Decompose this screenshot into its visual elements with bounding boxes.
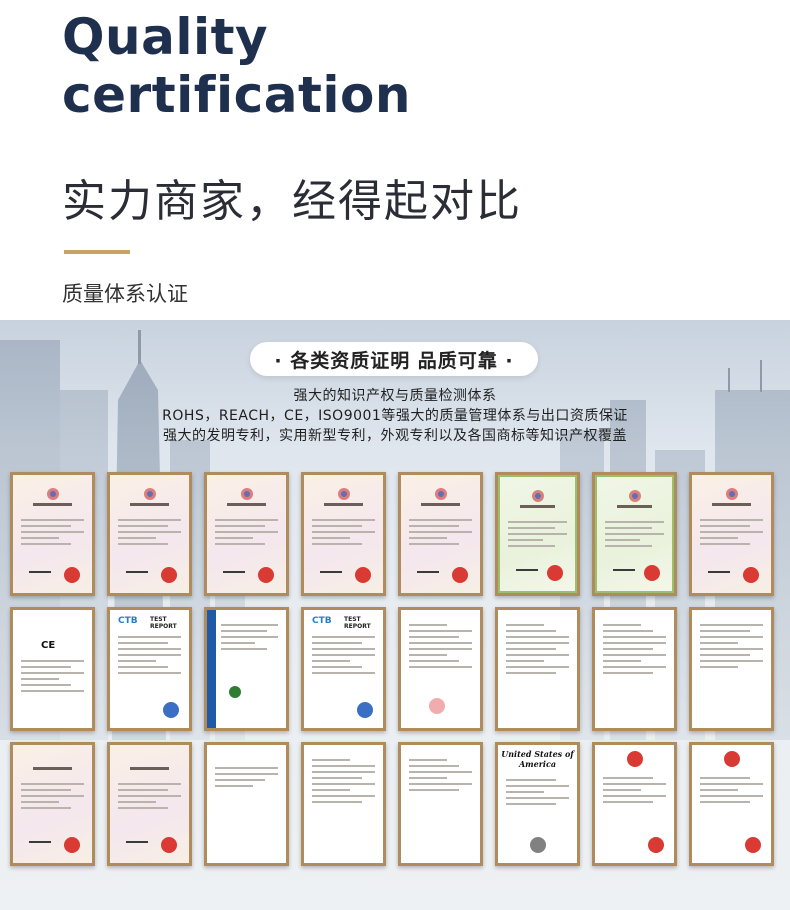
patent-certificate[interactable] bbox=[107, 742, 192, 866]
pink-seal-icon bbox=[429, 698, 445, 714]
registration-document[interactable] bbox=[204, 742, 289, 866]
red-seal-icon bbox=[64, 567, 80, 583]
signature-mark bbox=[516, 569, 538, 577]
signature-mark bbox=[29, 841, 51, 849]
red-seal-icon bbox=[355, 567, 371, 583]
patent-certificate[interactable] bbox=[10, 742, 95, 866]
red-seal-icon bbox=[547, 565, 563, 581]
gold-seal-icon bbox=[529, 837, 546, 853]
patent-emblem-icon bbox=[531, 489, 545, 503]
us-trademark-certificate[interactable]: United States of America bbox=[495, 742, 580, 866]
certificate-heading bbox=[33, 767, 72, 770]
red-seal-icon bbox=[452, 567, 468, 583]
red-seal-icon bbox=[743, 567, 759, 583]
hero-section: Quality certification 实力商家，经得起对比 质量体系认证 bbox=[0, 0, 790, 320]
utility-patent-certificate[interactable] bbox=[495, 472, 580, 596]
certificate-showcase: · 各类资质证明 品质可靠 · 强大的知识产权与质量检测体系 ROHS，REAC… bbox=[0, 320, 790, 910]
patent-certificate[interactable] bbox=[107, 472, 192, 596]
description-line-1: 强大的知识产权与质量检测体系 bbox=[293, 388, 497, 404]
patent-emblem-icon bbox=[434, 487, 448, 501]
signature-mark bbox=[417, 571, 439, 579]
signature-mark bbox=[320, 571, 342, 579]
trademark-document[interactable] bbox=[592, 607, 677, 731]
ctb-logo: CTB bbox=[312, 616, 332, 626]
national-emblem-icon bbox=[626, 751, 643, 767]
conformity-certificate[interactable] bbox=[204, 607, 289, 731]
banner-label: · 各类资质证明 品质可靠 · bbox=[274, 349, 514, 372]
red-seal-icon bbox=[64, 837, 80, 853]
signature-mark bbox=[708, 571, 730, 579]
patent-certificate[interactable] bbox=[689, 472, 774, 596]
certificate-heading bbox=[130, 503, 169, 506]
section-subtitle: 质量体系认证 bbox=[62, 282, 188, 306]
registration-document[interactable] bbox=[398, 742, 483, 866]
test-document[interactable] bbox=[398, 607, 483, 731]
signature-mark bbox=[613, 569, 635, 577]
national-emblem-icon bbox=[723, 751, 740, 767]
stamp-icon bbox=[163, 702, 179, 718]
red-seal-icon bbox=[745, 837, 761, 853]
description-block: 强大的知识产权与质量检测体系 ROHS，REACH，CE，ISO9001等强大的… bbox=[0, 386, 790, 446]
patent-certificate[interactable] bbox=[10, 472, 95, 596]
utility-patent-certificate[interactable] bbox=[592, 472, 677, 596]
patent-emblem-icon bbox=[725, 487, 739, 501]
test-report-title: TEST REPORT bbox=[344, 616, 371, 630]
slogan-heading: 实力商家，经得起对比 bbox=[62, 176, 522, 227]
red-seal-icon bbox=[161, 567, 177, 583]
patent-emblem-icon bbox=[143, 487, 157, 501]
trademark-certificate[interactable] bbox=[592, 742, 677, 866]
signature-mark bbox=[223, 571, 245, 579]
certificate-heading bbox=[520, 505, 555, 508]
test-report-title: TEST REPORT bbox=[150, 616, 177, 630]
red-seal-icon bbox=[644, 565, 660, 581]
patent-certificate[interactable] bbox=[301, 472, 386, 596]
certificate-heading bbox=[617, 505, 652, 508]
accent-divider bbox=[64, 250, 130, 254]
patent-emblem-icon bbox=[46, 487, 60, 501]
registration-document[interactable] bbox=[689, 607, 774, 731]
test-report-certificate[interactable]: CTB TEST REPORT bbox=[301, 607, 386, 731]
certificate-heading bbox=[130, 767, 169, 770]
certificate-grid: CE CTB TEST REPORT CTB TEST REPORT Unite… bbox=[10, 472, 785, 898]
test-report-certificate[interactable]: CTB TEST REPORT bbox=[107, 607, 192, 731]
description-line-3: 强大的发明专利，实用新型专利，外观专利以及各国商标等知识产权覆盖 bbox=[163, 428, 627, 444]
us-certificate-heading: United States of America bbox=[501, 749, 574, 769]
red-seal-icon bbox=[648, 837, 664, 853]
red-seal-icon bbox=[258, 567, 274, 583]
page-title: Quality certification bbox=[62, 8, 411, 124]
blue-side-stripe bbox=[207, 610, 216, 728]
registration-document[interactable] bbox=[301, 742, 386, 866]
patent-emblem-icon bbox=[628, 489, 642, 503]
stamp-icon bbox=[357, 702, 373, 718]
trademark-certificate[interactable] bbox=[689, 742, 774, 866]
signature-mark bbox=[126, 571, 148, 579]
patent-emblem-icon bbox=[337, 487, 351, 501]
certificate-heading bbox=[227, 503, 266, 506]
trademark-document[interactable] bbox=[495, 607, 580, 731]
patent-certificate[interactable] bbox=[204, 472, 289, 596]
ce-mark: CE bbox=[41, 640, 56, 651]
certificate-heading bbox=[324, 503, 363, 506]
certificate-heading bbox=[421, 503, 460, 506]
description-line-2: ROHS，REACH，CE，ISO9001等强大的质量管理体系与出口资质保证 bbox=[162, 408, 628, 424]
certificate-heading bbox=[712, 503, 751, 506]
certificate-heading bbox=[33, 503, 72, 506]
ce-declaration-certificate[interactable]: CE bbox=[10, 607, 95, 731]
patent-emblem-icon bbox=[240, 487, 254, 501]
green-badge-icon bbox=[229, 686, 241, 698]
patent-certificate[interactable] bbox=[398, 472, 483, 596]
qualification-banner: · 各类资质证明 品质可靠 · bbox=[250, 342, 538, 376]
title-line-1: Quality bbox=[62, 8, 269, 66]
title-line-2: certification bbox=[62, 66, 412, 124]
signature-mark bbox=[126, 841, 148, 849]
signature-mark bbox=[29, 571, 51, 579]
red-seal-icon bbox=[161, 837, 177, 853]
ctb-logo: CTB bbox=[118, 616, 138, 626]
